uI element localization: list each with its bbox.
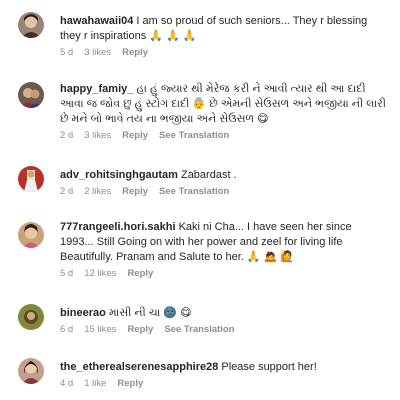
comment-likes[interactable]: 3 likes	[84, 47, 111, 58]
comment-text: માસી ની ચા 🌚 😋	[108, 307, 192, 319]
comment-username[interactable]: adv_rohitsinghgautam	[60, 169, 178, 181]
comment-username[interactable]: happy_famiy_	[60, 83, 133, 95]
comment-time: 2 d	[60, 130, 74, 141]
comment-meta: 5 d 12 likes Reply	[60, 268, 386, 280]
comment-body: hawahawaii04 I am so proud of such senior…	[60, 14, 386, 59]
see-translation-link[interactable]: See Translation	[164, 324, 234, 335]
comment-body: 777rangeeli.hori.sakhi Kaki ni Cha... I h…	[60, 220, 386, 280]
comment-meta: 4 d 1 like Reply	[60, 378, 386, 390]
see-translation-link[interactable]: See Translation	[159, 130, 229, 141]
comment-username[interactable]: 777rangeeli.hori.sakhi	[60, 221, 176, 233]
comment-likes[interactable]: 15 likes	[84, 324, 116, 335]
comment-username[interactable]: hawahawaii04	[60, 15, 133, 27]
comment-likes[interactable]: 3 likes	[84, 130, 111, 141]
comment-body: bineerao માસી ની ચા 🌚 😋 6 d 15 likes Reply S…	[60, 306, 386, 336]
comment-time: 6 d	[60, 324, 74, 335]
avatar[interactable]	[18, 12, 44, 38]
comment-text: Zabardast .	[180, 169, 237, 181]
comment-meta: 5 d 3 likes Reply	[60, 47, 386, 59]
comment-likes[interactable]: 2 likes	[84, 186, 111, 197]
reply-button[interactable]: Reply	[122, 47, 148, 58]
comment-likes[interactable]: 1 like	[84, 378, 106, 389]
see-translation-link[interactable]: See Translation	[159, 186, 229, 197]
comment-body: adv_rohitsinghgautam Zabardast . 2 d 2 lik…	[60, 168, 386, 198]
comment-time: 4 d	[60, 378, 74, 389]
comment-meta: 2 d 2 likes Reply See Translation	[60, 186, 386, 198]
avatar[interactable]	[18, 358, 44, 384]
comments-list: hawahawaii04 I am so proud of such senior…	[0, 0, 400, 400]
avatar[interactable]	[18, 166, 44, 192]
comment-body: happy_famiy_ હા હું જ્યાર થી મેરેજ કરી ને…	[60, 82, 386, 142]
reply-button[interactable]: Reply	[127, 268, 153, 279]
avatar[interactable]	[18, 82, 44, 108]
comment-body: the_etherealserenesapphire28 Please suppo…	[60, 360, 386, 390]
reply-button[interactable]: Reply	[122, 130, 148, 141]
comment-username[interactable]: the_etherealserenesapphire28	[60, 361, 218, 373]
avatar[interactable]	[18, 304, 44, 330]
comment-meta: 2 d 3 likes Reply See Translation	[60, 130, 386, 142]
avatar[interactable]	[18, 222, 44, 248]
comment-time: 2 d	[60, 186, 74, 197]
comment-text: Please support her!	[221, 361, 317, 373]
reply-button[interactable]: Reply	[117, 378, 143, 389]
comment-time: 5 d	[60, 47, 74, 58]
comment-username[interactable]: bineerao	[60, 307, 106, 319]
reply-button[interactable]: Reply	[122, 186, 148, 197]
comment-meta: 6 d 15 likes Reply See Translation	[60, 324, 386, 336]
comment-time: 5 d	[60, 268, 74, 279]
reply-button[interactable]: Reply	[127, 324, 153, 335]
comment-likes[interactable]: 12 likes	[84, 268, 116, 279]
